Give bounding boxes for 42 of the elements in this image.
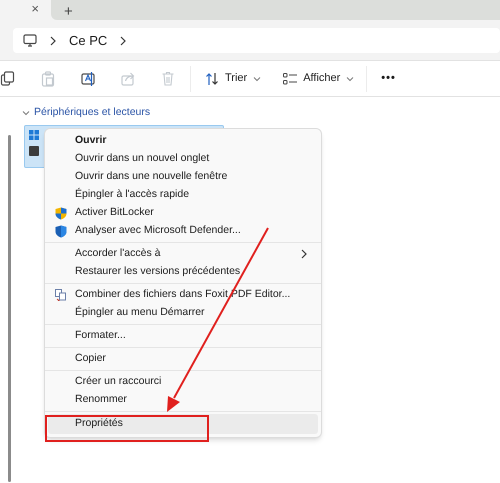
breadcrumb[interactable]: Ce PC [69,30,108,50]
rename-button[interactable] [80,70,96,86]
menu-item[interactable]: Activer BitLocker [48,204,318,222]
computer-icon [23,34,37,47]
share-icon [120,70,136,86]
menu-item[interactable]: Formater... [48,327,318,345]
close-tab-button[interactable]: × [31,0,39,18]
sort-button[interactable]: Trier [205,70,262,87]
menu-item[interactable]: Propriétés [48,414,318,434]
menu-item[interactable]: Créer un raccourci [48,373,318,391]
trash-icon [160,70,176,86]
chevron-down-icon [22,110,30,116]
drive-icon [29,130,39,158]
clipboard-icon [40,70,56,86]
menu-item[interactable]: Copier [48,350,318,368]
address-bar[interactable]: Ce PC [13,28,500,53]
chevron-right-icon [119,36,128,46]
menu-item[interactable]: Renommer [48,391,318,409]
more-button[interactable]: ••• [381,70,396,87]
scrollbar-thumb[interactable] [8,135,11,482]
text-box-icon [80,70,96,86]
caret-icon [346,76,354,82]
menu-item[interactable]: Épingler à l'accès rapide [48,186,318,204]
shield-icon [55,206,67,220]
caret-icon [253,76,262,82]
chevron-right-icon [49,36,57,46]
shield-icon [55,224,67,238]
new-tab-button[interactable]: + [64,3,73,21]
list-view-icon [283,72,298,84]
copy-button[interactable] [0,70,16,86]
menu-item[interactable]: Restaurer les versions précédentes [48,263,318,281]
copy-icon [0,70,16,86]
section-header[interactable]: Périphériques et lecteurs [22,105,150,121]
menu-item[interactable]: Ouvrir dans un nouvel onglet [48,150,318,168]
documents-icon [55,289,67,301]
menu-item[interactable]: Analyser avec Microsoft Defender... [48,222,318,240]
menu-item[interactable]: Accorder l'accès à [48,245,318,263]
menu-item[interactable]: Ouvrir [48,132,318,150]
menu-item[interactable]: Ouvrir dans une nouvelle fenêtre [48,168,318,186]
sort-arrows-icon [205,72,219,86]
view-button[interactable]: Afficher [283,70,354,87]
menu-item[interactable]: Épingler au menu Démarrer [48,304,318,322]
